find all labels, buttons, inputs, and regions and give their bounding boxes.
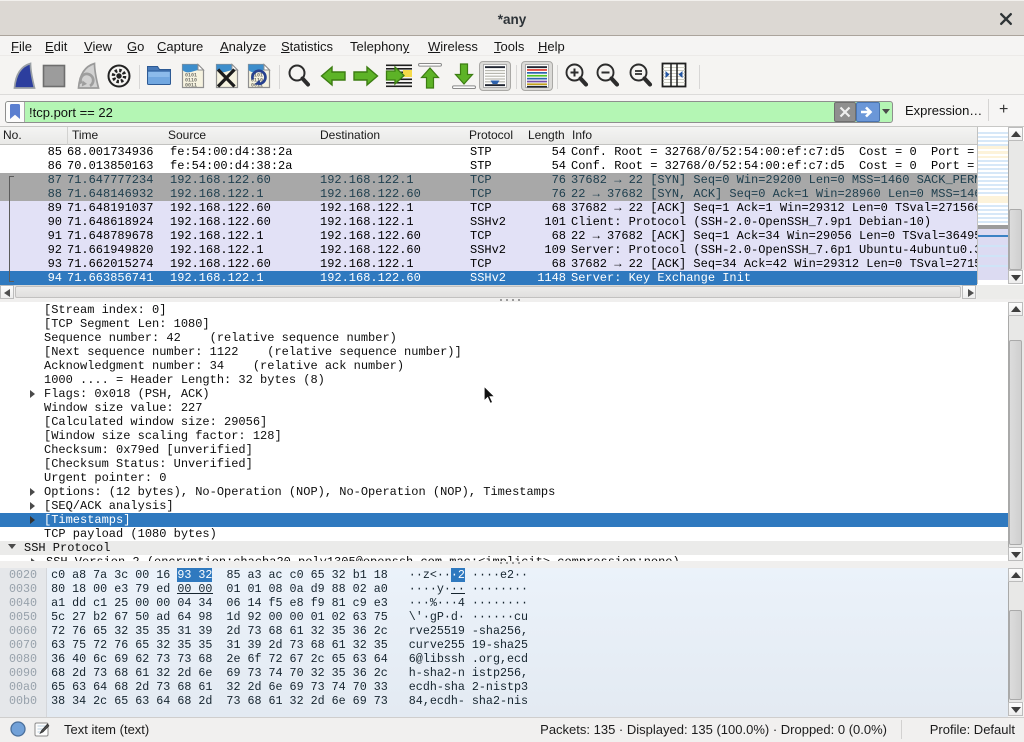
svg-text:0011: 0011: [185, 83, 197, 89]
